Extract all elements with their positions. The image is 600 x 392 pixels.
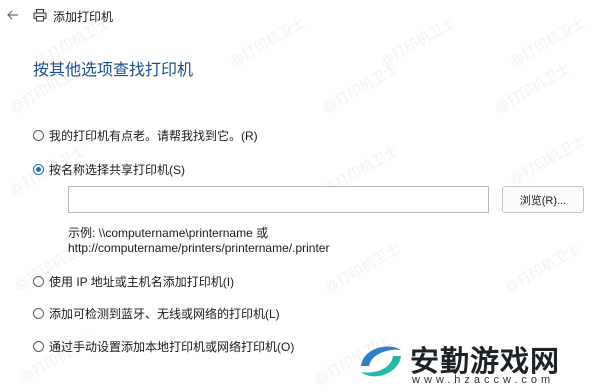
- arrow-left-icon[interactable]: [6, 8, 20, 22]
- option-ip-or-hostname[interactable]: 使用 IP 地址或主机名添加打印机(I): [33, 273, 234, 289]
- page-heading: 按其他选项查找打印机: [33, 62, 194, 79]
- option-label: 添加可检测到蓝牙、无线或网络的打印机(L): [49, 306, 280, 321]
- brand-watermark: 安勤游戏网 www.hzaccw.com: [355, 336, 600, 392]
- printer-icon: [33, 9, 47, 22]
- radio-button[interactable]: [33, 307, 44, 319]
- watermark: @打印机卫士: [491, 60, 573, 116]
- example-text: 示例: \\computername\printername 或: [68, 226, 269, 240]
- option-label: 我的打印机有点老。请帮我找到它。(R): [49, 128, 258, 143]
- watermark: @打印机卫士: [501, 240, 583, 296]
- option-bluetooth-wireless-network[interactable]: 添加可检测到蓝牙、无线或网络的打印机(L): [33, 305, 280, 321]
- brand-url: www.hzaccw.com: [412, 374, 555, 386]
- brand-logo-icon: [361, 346, 401, 377]
- radio-button[interactable]: [33, 275, 44, 287]
- option-label: 按名称选择共享打印机(S): [49, 162, 185, 177]
- option-label: 通过手动设置添加本地打印机或网络打印机(O): [49, 339, 295, 354]
- option-manual-settings[interactable]: 通过手动设置添加本地打印机或网络打印机(O): [33, 338, 294, 354]
- example-url: http://computername/printers/printername…: [68, 241, 330, 255]
- radio-button[interactable]: [33, 340, 44, 352]
- title-bar: 添加打印机: [0, 0, 600, 34]
- window-title: 添加打印机: [53, 10, 114, 24]
- shared-printer-name-input[interactable]: [68, 186, 489, 213]
- option-label: 使用 IP 地址或主机名添加打印机(I): [49, 274, 235, 289]
- radio-button-selected[interactable]: [33, 163, 44, 175]
- watermark: @打印机卫士: [321, 240, 403, 296]
- watermark: @打印机卫士: [506, 132, 588, 188]
- radio-button[interactable]: [33, 129, 44, 141]
- option-printer-is-old[interactable]: 我的打印机有点老。请帮我找到它。(R): [33, 127, 258, 143]
- browse-button[interactable]: 浏览(R)...: [502, 186, 584, 213]
- watermark: @打印机卫士: [319, 60, 401, 116]
- option-shared-printer-by-name[interactable]: 按名称选择共享打印机(S): [33, 161, 185, 177]
